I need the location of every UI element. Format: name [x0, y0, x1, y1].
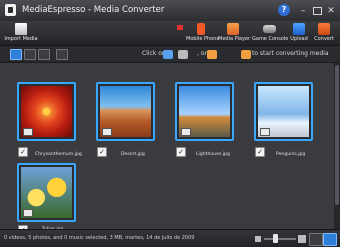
game-console-icon	[262, 25, 276, 33]
media-player-label: Media Player	[218, 36, 251, 42]
view-photo-button[interactable]	[38, 49, 50, 60]
file-name: Lighthouse.jpg	[196, 152, 230, 157]
convert-hint-icon	[241, 50, 251, 59]
window-title: MediaEspresso - Media Converter	[22, 5, 165, 15]
flag-icon	[177, 25, 183, 30]
import-media-button[interactable]: Import Media	[4, 21, 38, 45]
item-checkbox[interactable]: ✓	[176, 147, 186, 157]
file-name: Penguins.jpg	[276, 152, 306, 157]
game-console-label: Game Console	[252, 36, 289, 42]
vertical-scrollbar[interactable]	[334, 63, 340, 229]
view-music-button[interactable]	[56, 49, 68, 60]
photo-badge-icon	[181, 128, 191, 136]
item-checkbox[interactable]: ✓	[18, 147, 28, 157]
scrollbar-thumb[interactable]	[335, 65, 339, 205]
app-icon	[5, 4, 16, 16]
zoom-slider[interactable]	[264, 238, 296, 240]
media-gallery: ✓ Chrysanthemum.jpg ✓ Desert.jpg ✓ Light…	[0, 63, 334, 235]
view-controls: Click on , or to start converting media	[0, 46, 340, 63]
toolbar: Import Media Mobile Phone Media Player G…	[0, 21, 340, 46]
media-thumbnail[interactable]	[96, 82, 155, 141]
hint-start: to start converting media	[252, 50, 329, 57]
convert-icon	[318, 23, 330, 35]
status-bar: 0 videos, 5 photos, and 0 music selected…	[0, 229, 340, 247]
help-icon[interactable]: ?	[278, 4, 290, 16]
mobile-phone-button[interactable]: Mobile Phone	[186, 21, 220, 45]
media-player-button[interactable]: Media Player	[218, 21, 251, 45]
item-checkbox[interactable]: ✓	[97, 147, 107, 157]
grid-view-button[interactable]	[309, 233, 323, 246]
upload-button[interactable]: Upload	[289, 21, 309, 45]
game-console-hint-icon	[207, 50, 217, 59]
photo-badge-icon	[102, 128, 112, 136]
hint-or: , or	[197, 50, 207, 57]
media-thumbnail[interactable]	[17, 163, 76, 222]
photo-badge-icon	[23, 209, 33, 217]
photo-badge-icon	[260, 128, 270, 136]
file-name: Desert.jpg	[121, 152, 145, 157]
close-button[interactable]: ✕	[326, 6, 336, 16]
file-name: Chrysanthemum.jpg	[35, 152, 82, 157]
view-video-button[interactable]	[24, 49, 36, 60]
mobile-phone-hint-icon	[163, 50, 173, 59]
media-thumbnail[interactable]	[17, 82, 76, 141]
import-media-label: Import Media	[4, 36, 38, 42]
mobile-phone-label: Mobile Phone	[186, 36, 220, 42]
photo-badge-icon	[23, 128, 33, 136]
mobile-phone-icon	[197, 23, 205, 35]
media-player-icon	[227, 23, 239, 35]
media-thumbnail[interactable]	[175, 82, 234, 141]
zoom-out-icon[interactable]	[255, 236, 261, 242]
minimize-button[interactable]: –	[298, 6, 308, 16]
item-checkbox[interactable]: ✓	[255, 147, 265, 157]
import-media-icon	[15, 23, 27, 35]
status-text: 0 videos, 5 photos, and 0 music selected…	[4, 235, 195, 241]
title-bar: MediaEspresso - Media Converter ? – ✕	[0, 0, 340, 21]
zoom-slider-thumb[interactable]	[273, 234, 278, 243]
list-view-button[interactable]	[323, 233, 337, 246]
convert-button[interactable]: Convert	[312, 21, 336, 45]
media-thumbnail[interactable]	[254, 82, 313, 141]
convert-label: Convert	[314, 36, 334, 42]
app-window: MediaEspresso - Media Converter ? – ✕ Im…	[0, 0, 340, 247]
upload-label: Upload	[290, 36, 308, 42]
game-console-button[interactable]: Game Console	[252, 21, 289, 45]
view-all-button[interactable]	[10, 49, 22, 60]
media-player-hint-icon	[178, 50, 188, 59]
maximize-button[interactable]	[312, 6, 322, 16]
upload-icon	[293, 23, 305, 35]
zoom-in-icon[interactable]	[298, 235, 306, 243]
